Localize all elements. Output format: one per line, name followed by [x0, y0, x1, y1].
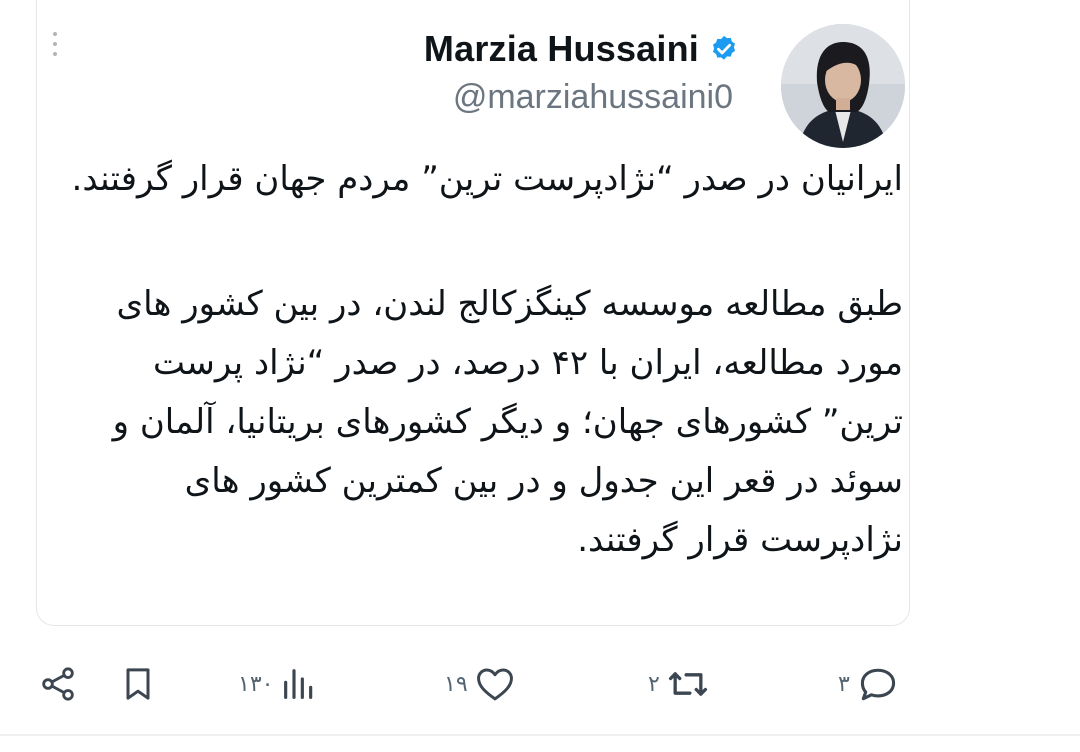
heart-icon: [476, 668, 513, 701]
retweet-button[interactable]: ۲: [648, 654, 710, 714]
embedded-tweet-card[interactable]: Marzia Hussaini @marziahussaini0 ایرانیا…: [36, 0, 910, 626]
retweets-count: ۲: [648, 671, 660, 697]
more-options-icon[interactable]: [53, 32, 59, 62]
reply-button[interactable]: ۳: [838, 654, 900, 714]
bookmark-icon: [126, 668, 150, 700]
views-button[interactable]: ۱۳۰: [238, 654, 319, 714]
bookmark-button[interactable]: [118, 654, 158, 714]
views-icon: [284, 669, 313, 699]
replies-count: ۳: [838, 671, 850, 697]
bottom-divider: [0, 734, 1080, 736]
retweet-icon: [668, 672, 707, 696]
avatar-image: [781, 24, 905, 148]
tweet-paragraph-1: ایرانیان در صدر “نژادپرست ترین” مردم جها…: [71, 159, 903, 199]
share-icon: [42, 667, 74, 701]
share-button[interactable]: [38, 654, 78, 714]
author-handle[interactable]: @marziahussaini0: [453, 78, 733, 117]
like-button[interactable]: ۱۹: [444, 654, 516, 714]
views-count: ۱۳۰: [238, 671, 274, 697]
author-name-row[interactable]: Marzia Hussaini: [424, 28, 739, 70]
avatar[interactable]: [781, 24, 905, 148]
likes-count: ۱۹: [444, 671, 468, 697]
verified-badge-icon: [713, 35, 735, 60]
reply-icon: [860, 668, 895, 701]
tweet-paragraph-2: طبق مطالعه موسسه کینگزکالج لندن، در بین …: [112, 284, 903, 560]
tweet-text: ایرانیان در صدر “نژادپرست ترین” مردم جها…: [63, 150, 903, 570]
tweet-screenshot-page: Marzia Hussaini @marziahussaini0 ایرانیا…: [0, 0, 1080, 752]
author-display-name[interactable]: Marzia Hussaini: [424, 28, 699, 70]
tweet-action-bar: ۱۳۰ ۱۹ ۲ ۳: [0, 654, 1080, 714]
